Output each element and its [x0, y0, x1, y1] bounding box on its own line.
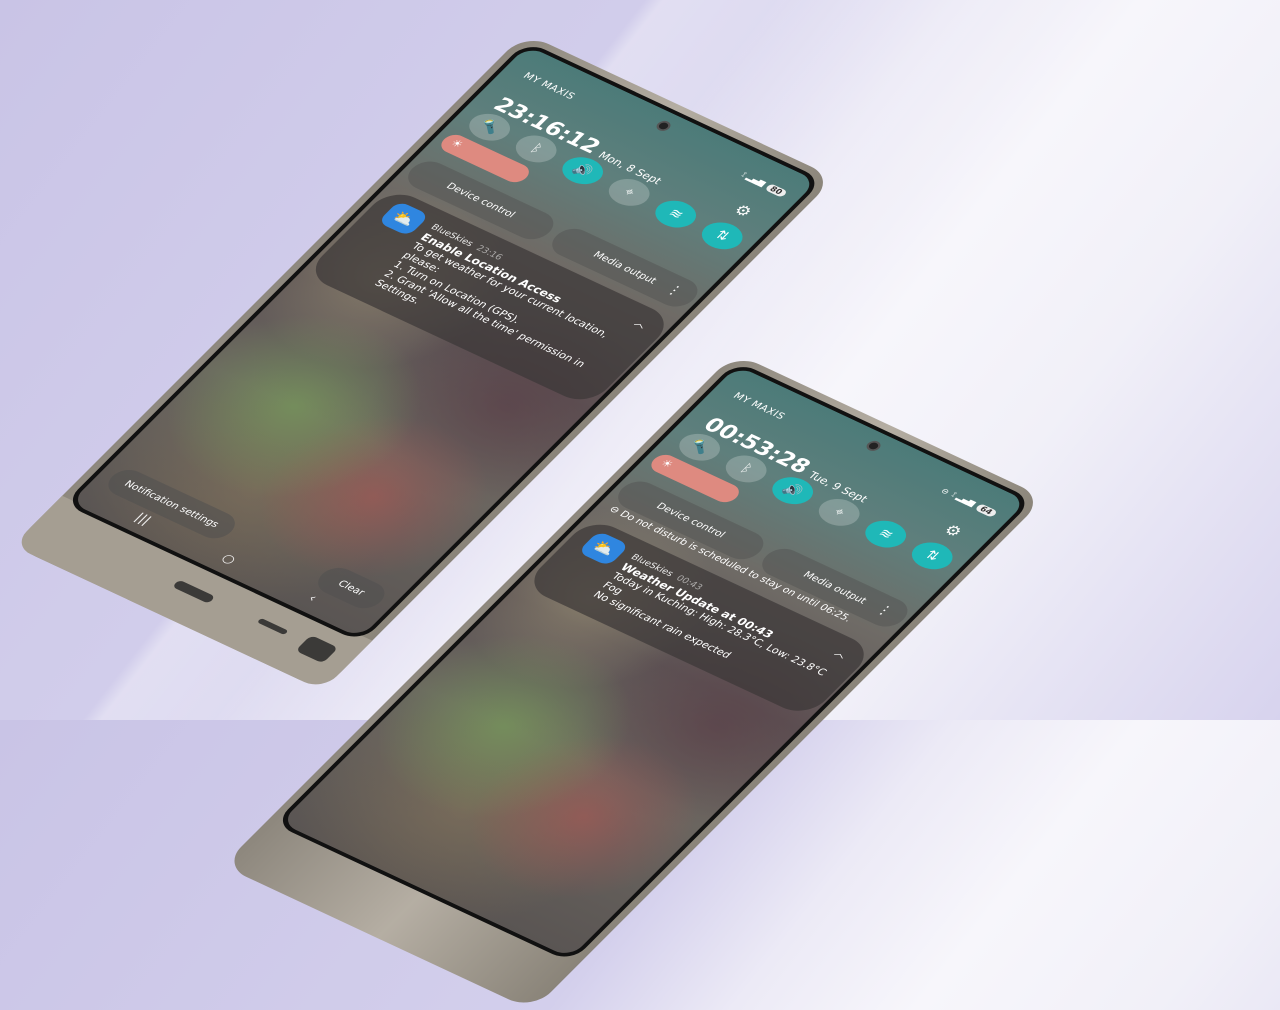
front-camera — [863, 439, 884, 453]
settings-gear-icon[interactable]: ⚙ — [730, 201, 757, 221]
status-icons: ⊖ ⟟ ▂▄▆ 64 — [939, 486, 999, 518]
carrier-label: MY MAXIS — [730, 391, 788, 422]
brightness-icon: ☀ — [657, 457, 677, 471]
speaker-grille — [256, 617, 289, 636]
mobile-data-icon[interactable]: ⇅ — [694, 217, 751, 255]
home-icon[interactable]: ○ — [218, 552, 239, 568]
wifi-icon[interactable]: ≋ — [647, 195, 704, 233]
back-icon[interactable]: ‹ — [305, 592, 320, 605]
battery-level: 80 — [764, 182, 789, 198]
mobile-data-icon[interactable]: ⇅ — [904, 537, 961, 575]
dnd-status-icon: ⊖ — [939, 486, 952, 496]
front-camera — [653, 119, 674, 133]
notification-settings-button[interactable]: Notification settings — [100, 465, 243, 544]
wifi-calling-icon: ⟟ ▂▄▆ — [739, 170, 768, 188]
recents-icon[interactable]: ||| — [131, 511, 154, 527]
status-icons: ⟟ ▂▄▆ 80 — [739, 171, 789, 198]
more-icon[interactable]: ⋮ — [872, 602, 896, 619]
s-pen[interactable] — [295, 635, 339, 664]
usb-port — [171, 579, 216, 604]
weather-app-icon: ⛅ — [377, 200, 430, 237]
media-output-label: Media output — [590, 249, 659, 286]
weather-app-icon: ⛅ — [577, 530, 630, 567]
carrier-label: MY MAXIS — [520, 71, 578, 102]
clear-button[interactable]: Clear — [310, 562, 392, 614]
quick-settings: 🔦 ᛒ 🔊 ⌖ ≋ ⇅ — [461, 108, 751, 255]
battery-level: 64 — [974, 502, 999, 518]
brightness-icon: ☀ — [447, 137, 467, 151]
wifi-calling-icon: ⟟ ▂▄▆ — [949, 490, 978, 508]
wifi-icon[interactable]: ≋ — [857, 515, 914, 553]
settings-gear-icon[interactable]: ⚙ — [940, 521, 967, 541]
more-icon[interactable]: ⋮ — [662, 282, 686, 299]
